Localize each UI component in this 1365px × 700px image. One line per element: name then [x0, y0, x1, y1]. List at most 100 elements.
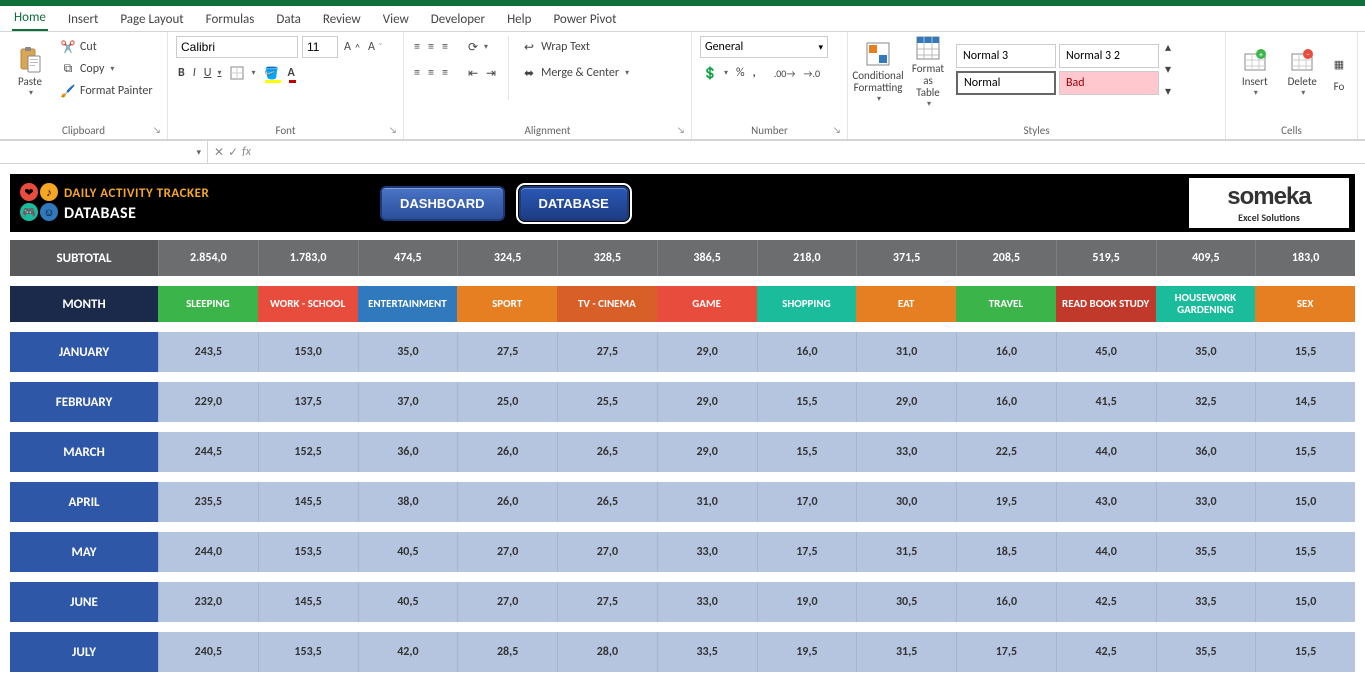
tab-page-layout[interactable]: Page Layout: [118, 8, 185, 31]
orientation-button[interactable]: ⟳: [466, 36, 490, 58]
data-cell[interactable]: 36,0: [1156, 432, 1256, 472]
styles-down-button[interactable]: ▾: [1163, 58, 1173, 80]
data-cell[interactable]: 15,5: [757, 432, 857, 472]
data-cell[interactable]: 145,5: [258, 482, 358, 522]
align-center-button[interactable]: ≡: [426, 62, 436, 84]
data-cell[interactable]: 16,0: [956, 382, 1056, 422]
data-cell[interactable]: 153,5: [258, 532, 358, 572]
formula-input[interactable]: [264, 141, 1365, 163]
column-header[interactable]: TRAVEL: [956, 286, 1056, 322]
data-cell[interactable]: 137,5: [258, 382, 358, 422]
data-cell[interactable]: 33,0: [1156, 482, 1256, 522]
styles-more-button[interactable]: ▾: [1163, 80, 1173, 102]
data-cell[interactable]: 33,5: [1156, 582, 1256, 622]
data-cell[interactable]: 42,5: [1056, 632, 1156, 672]
data-cell[interactable]: 30,5: [856, 582, 956, 622]
data-cell[interactable]: 16,0: [956, 582, 1056, 622]
data-cell[interactable]: 25,5: [557, 382, 657, 422]
tab-data[interactable]: Data: [274, 8, 303, 31]
paste-button[interactable]: Paste: [8, 36, 52, 108]
increase-decimal-button[interactable]: .00→: [772, 62, 798, 84]
decrease-indent-button[interactable]: ⇤: [466, 62, 480, 84]
data-cell[interactable]: 28,0: [557, 632, 657, 672]
borders-button[interactable]: [227, 62, 257, 84]
data-cell[interactable]: 152,5: [258, 432, 358, 472]
data-cell[interactable]: 15,5: [1255, 432, 1355, 472]
column-header[interactable]: WORK - SCHOOL: [258, 286, 358, 322]
styles-up-button[interactable]: ▴: [1163, 36, 1173, 58]
data-cell[interactable]: 229,0: [158, 382, 258, 422]
align-left-button[interactable]: ≡: [412, 62, 422, 84]
align-bottom-button[interactable]: ≡: [440, 36, 450, 58]
column-header[interactable]: SEX: [1255, 286, 1355, 322]
format-as-table-button[interactable]: Format asTable: [906, 36, 950, 108]
subtotal-cell[interactable]: 324,5: [457, 240, 557, 276]
column-header[interactable]: HOUSEWORK GARDENING: [1156, 286, 1256, 322]
confirm-edit-button[interactable]: ✓: [228, 145, 238, 160]
data-cell[interactable]: 16,0: [956, 332, 1056, 372]
month-label[interactable]: APRIL: [10, 482, 158, 522]
fill-color-button[interactable]: 🪣: [262, 62, 282, 84]
column-header[interactable]: READ BOOK STUDY: [1056, 286, 1156, 322]
month-label[interactable]: JULY: [10, 632, 158, 672]
data-cell[interactable]: 26,0: [457, 482, 557, 522]
data-cell[interactable]: 29,0: [657, 382, 757, 422]
subtotal-cell[interactable]: 371,5: [856, 240, 956, 276]
data-cell[interactable]: 243,5: [158, 332, 258, 372]
data-cell[interactable]: 17,0: [757, 482, 857, 522]
style-normal-3-2[interactable]: Normal 3 2: [1059, 44, 1159, 68]
data-cell[interactable]: 26,5: [557, 482, 657, 522]
format-cells-button[interactable]: ▦ Fo: [1329, 36, 1349, 108]
increase-font-button[interactable]: A^: [342, 36, 362, 58]
column-header[interactable]: SHOPPING: [757, 286, 857, 322]
subtotal-cell[interactable]: 208,5: [956, 240, 1056, 276]
data-cell[interactable]: 19,5: [757, 632, 857, 672]
cancel-edit-button[interactable]: ✕: [214, 145, 224, 160]
data-cell[interactable]: 40,5: [358, 582, 458, 622]
data-cell[interactable]: 32,5: [1156, 382, 1256, 422]
dashboard-nav-button[interactable]: DASHBOARD: [380, 186, 505, 221]
bold-button[interactable]: B: [176, 62, 187, 84]
format-painter-button[interactable]: 🖌️Format Painter: [58, 80, 155, 102]
column-header[interactable]: TV - CINEMA: [557, 286, 657, 322]
data-cell[interactable]: 19,5: [956, 482, 1056, 522]
launcher-icon[interactable]: ↘: [387, 125, 399, 137]
data-cell[interactable]: 33,0: [657, 532, 757, 572]
launcher-icon[interactable]: ↘: [675, 125, 687, 137]
data-cell[interactable]: 232,0: [158, 582, 258, 622]
data-cell[interactable]: 31,5: [856, 532, 956, 572]
data-cell[interactable]: 31,0: [657, 482, 757, 522]
data-cell[interactable]: 29,0: [657, 432, 757, 472]
data-cell[interactable]: 27,0: [557, 532, 657, 572]
data-cell[interactable]: 15,5: [1255, 632, 1355, 672]
data-cell[interactable]: 41,5: [1056, 382, 1156, 422]
data-cell[interactable]: 29,0: [856, 382, 956, 422]
align-middle-button[interactable]: ≡: [426, 36, 436, 58]
data-cell[interactable]: 240,5: [158, 632, 258, 672]
data-cell[interactable]: 153,5: [258, 632, 358, 672]
data-cell[interactable]: 25,0: [457, 382, 557, 422]
subtotal-cell[interactable]: 218,0: [757, 240, 857, 276]
accounting-button[interactable]: 💲: [700, 62, 730, 84]
data-cell[interactable]: 15,5: [1255, 532, 1355, 572]
tab-formulas[interactable]: Formulas: [204, 8, 257, 31]
fx-icon[interactable]: fx: [242, 145, 258, 159]
conditional-formatting-button[interactable]: ConditionalFormatting: [856, 36, 900, 108]
tab-developer[interactable]: Developer: [429, 8, 487, 31]
name-box[interactable]: [6, 145, 192, 159]
merge-center-button[interactable]: ⬌Merge & Center: [519, 62, 631, 84]
month-label[interactable]: JANUARY: [10, 332, 158, 372]
tab-insert[interactable]: Insert: [66, 8, 101, 31]
data-cell[interactable]: 15,0: [1255, 582, 1355, 622]
launcher-icon[interactable]: ↘: [151, 125, 163, 137]
data-cell[interactable]: 14,5: [1255, 382, 1355, 422]
data-cell[interactable]: 16,0: [757, 332, 857, 372]
month-label[interactable]: MARCH: [10, 432, 158, 472]
data-cell[interactable]: 38,0: [358, 482, 458, 522]
font-name-input[interactable]: [176, 36, 298, 58]
subtotal-cell[interactable]: 409,5: [1156, 240, 1256, 276]
copy-button[interactable]: ⧉Copy: [58, 58, 155, 80]
data-cell[interactable]: 244,0: [158, 532, 258, 572]
data-cell[interactable]: 15,5: [1255, 332, 1355, 372]
data-cell[interactable]: 27,0: [457, 532, 557, 572]
